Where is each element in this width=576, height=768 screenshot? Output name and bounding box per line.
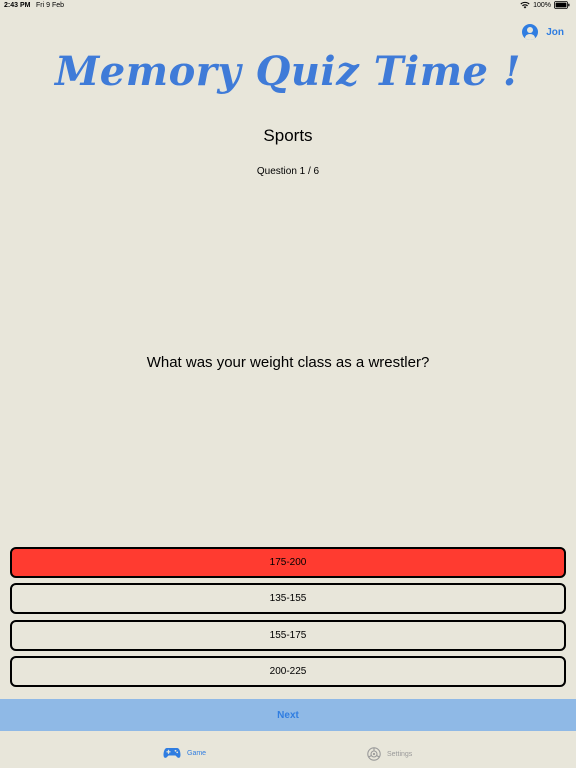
- tab-settings-label: Settings: [387, 750, 413, 758]
- tab-game[interactable]: Game: [163, 747, 206, 759]
- answer-option-3[interactable]: 155-175: [10, 620, 566, 651]
- quiz-category: Sports: [263, 126, 313, 145]
- answer-option-2[interactable]: 135-155: [10, 583, 566, 614]
- answer-option-4[interactable]: 200-225: [10, 656, 566, 687]
- wifi-icon: [520, 1, 530, 9]
- tab-bar: Game Settings: [0, 731, 576, 768]
- question-progress: Question 1 / 6: [256, 166, 320, 177]
- answer-label: 155-175: [269, 630, 307, 641]
- app-title: Memory Quiz Time !: [55, 48, 521, 95]
- answer-label: 175-200: [269, 557, 307, 568]
- next-button[interactable]: Next: [0, 699, 576, 731]
- gear-icon: [367, 747, 381, 761]
- status-time: 2:43 PM: [4, 2, 31, 9]
- next-label: Next: [277, 709, 299, 721]
- tab-game-label: Game: [187, 749, 207, 757]
- status-date: Fri 9 Feb: [36, 2, 65, 9]
- person-circle-icon: [522, 24, 539, 40]
- tab-settings[interactable]: Settings: [367, 747, 412, 761]
- answer-option-1[interactable]: 175-200: [10, 547, 566, 578]
- user-name: Jon: [546, 26, 564, 38]
- battery-icon: [554, 1, 570, 9]
- answer-label: 200-225: [269, 666, 307, 677]
- answer-label: 135-155: [269, 593, 307, 604]
- gamecontroller-icon: [163, 747, 181, 759]
- user-profile-button[interactable]: Jon: [522, 24, 564, 40]
- battery-percent: 100%: [533, 1, 551, 9]
- status-indicators: 100%: [520, 1, 570, 9]
- question-text: What was your weight class as a wrestler…: [146, 354, 430, 371]
- status-bar: 2:43 PM Fri 9 Feb 100%: [0, 0, 576, 12]
